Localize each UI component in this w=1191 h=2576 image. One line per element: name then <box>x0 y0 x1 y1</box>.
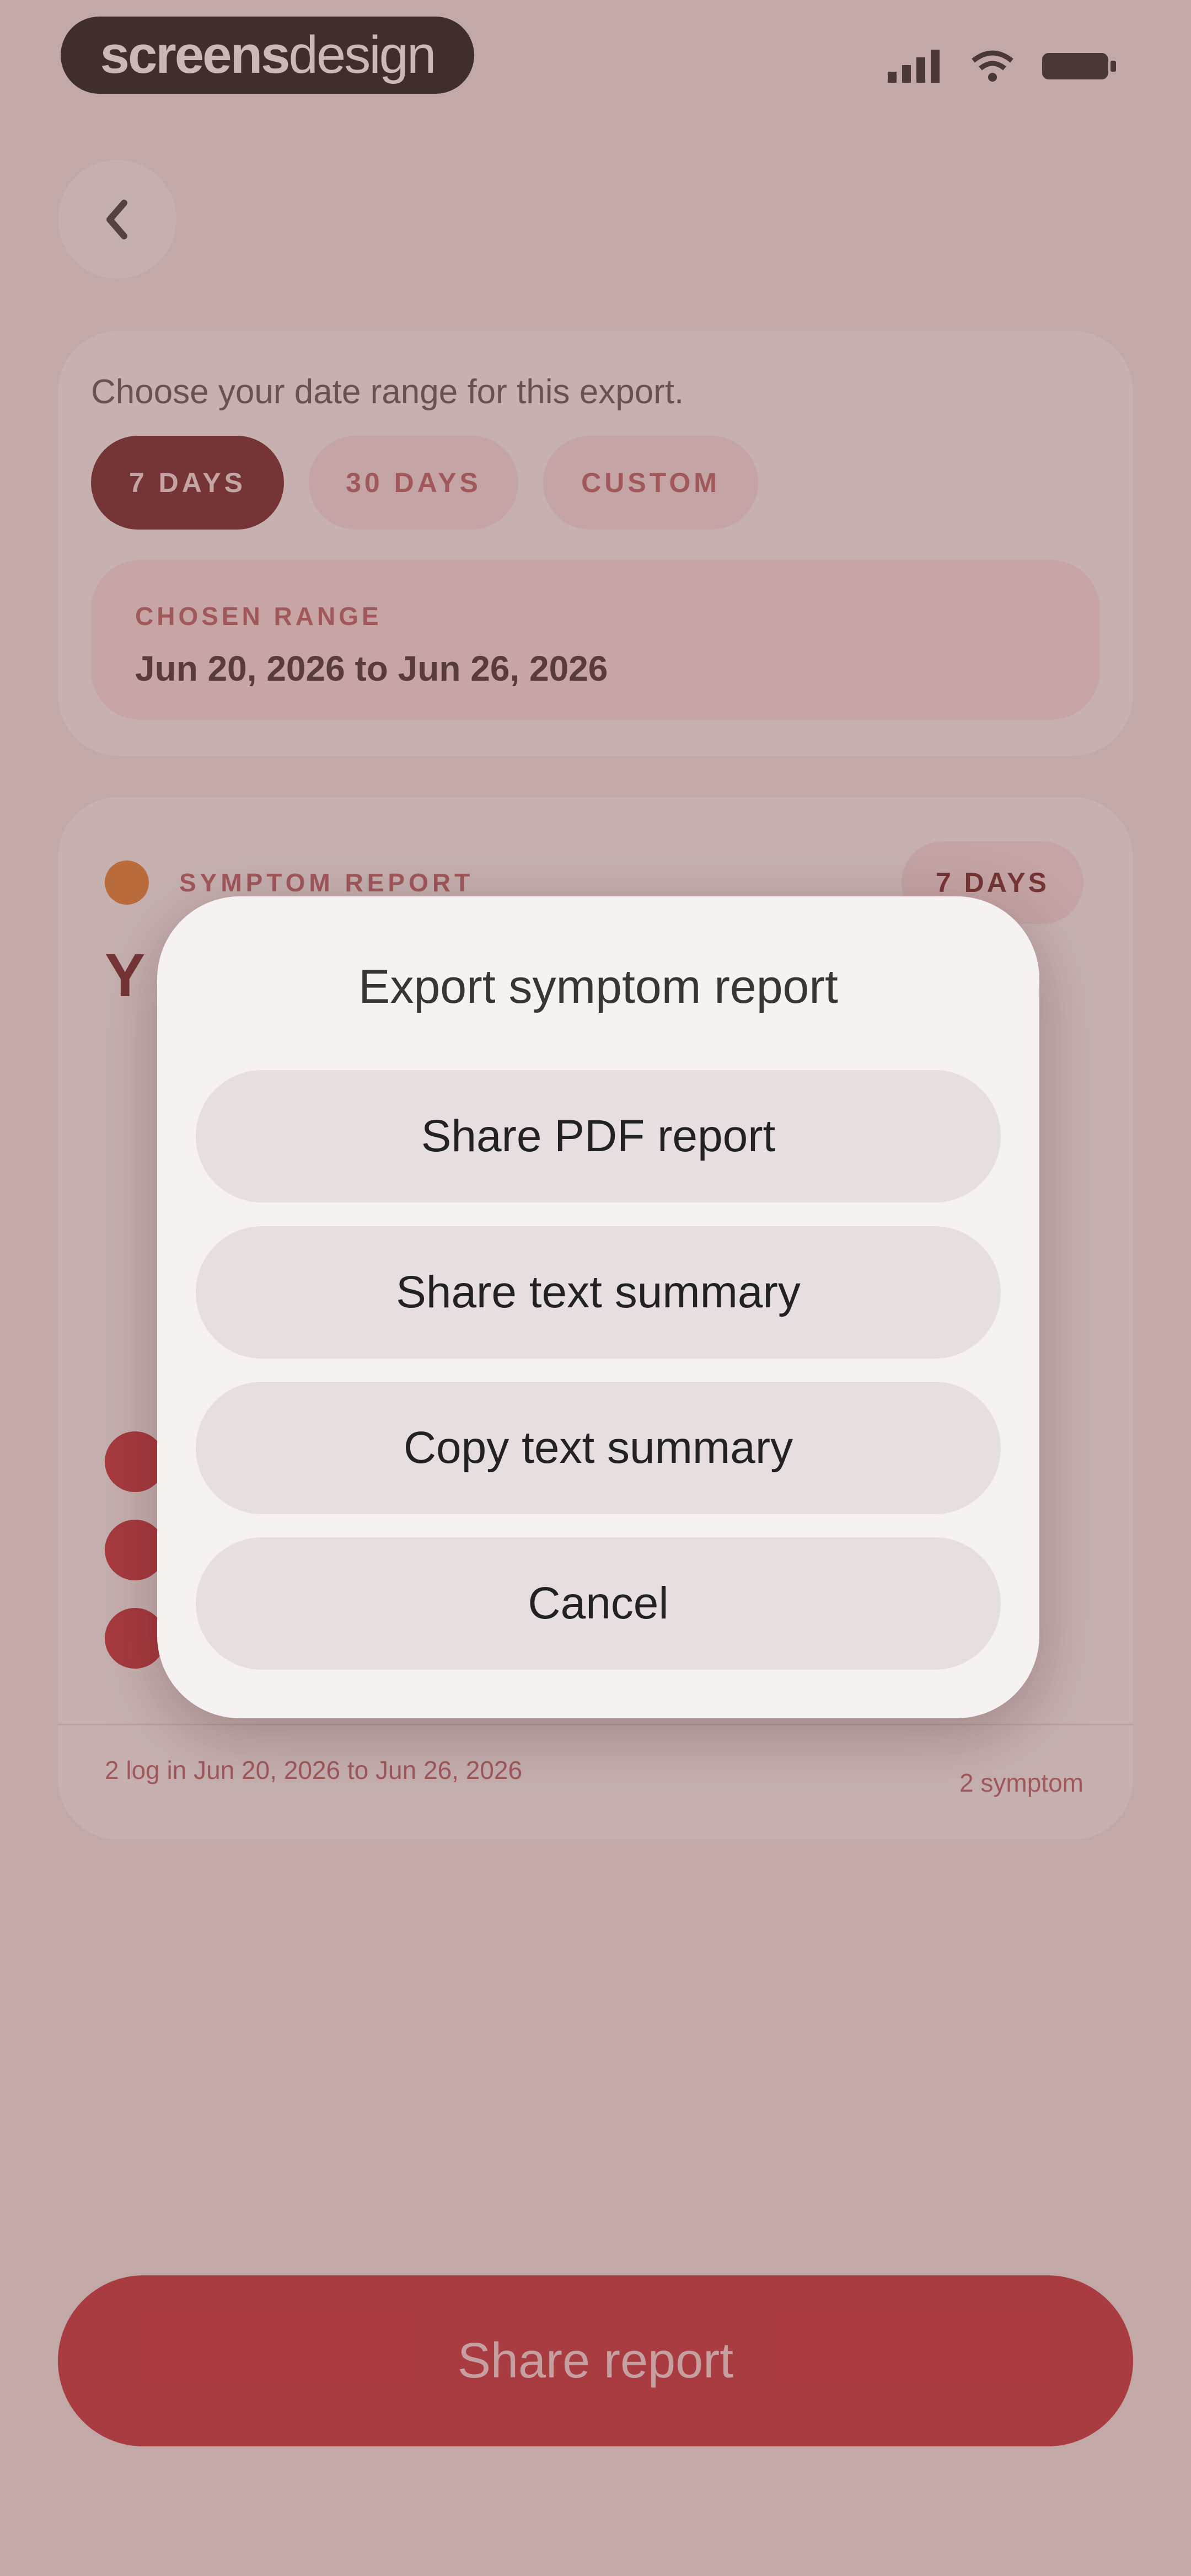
dialog-title: Export symptom report <box>358 960 838 1013</box>
share-text-button[interactable]: Share text summary <box>196 1226 1001 1359</box>
copy-text-button[interactable]: Copy text summary <box>196 1382 1001 1514</box>
export-dialog: Export symptom report Share PDF report S… <box>157 896 1039 1718</box>
app-screen: screens design Choose your date range for… <box>0 0 1191 2576</box>
cancel-button[interactable]: Cancel <box>196 1537 1001 1670</box>
share-pdf-button[interactable]: Share PDF report <box>196 1070 1001 1203</box>
